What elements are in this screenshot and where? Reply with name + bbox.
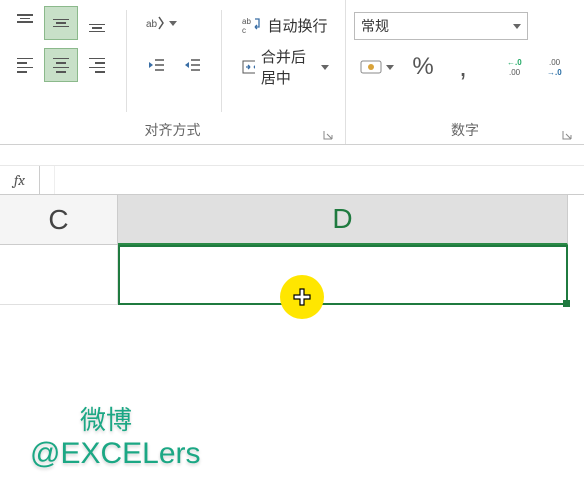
wrap-text-label: 自动换行 xyxy=(268,15,328,36)
align-right-icon xyxy=(89,58,105,73)
decrease-indent-icon xyxy=(147,57,165,73)
column-headers: C D xyxy=(0,195,584,245)
merge-center-icon xyxy=(242,57,255,77)
watermark-line2: @EXCELers xyxy=(30,437,201,471)
currency-icon xyxy=(360,58,382,76)
decrease-decimal-icon: .00 →.0 xyxy=(547,57,571,77)
align-middle-button[interactable] xyxy=(44,6,78,40)
svg-text:ab: ab xyxy=(146,19,158,30)
separator xyxy=(221,10,222,112)
fx-label[interactable]: fx xyxy=(0,166,40,194)
orientation-button[interactable]: ab xyxy=(139,6,183,40)
wrap-merge-block: ab c 自动换行 合并后居中 xyxy=(234,6,337,86)
dialog-launcher-icon xyxy=(322,129,334,141)
cell-c[interactable] xyxy=(0,245,118,305)
cursor-highlight xyxy=(280,275,324,319)
chevron-down-icon xyxy=(513,24,521,29)
align-right-button[interactable] xyxy=(80,48,114,82)
align-center-icon xyxy=(53,58,69,73)
percent-icon: % xyxy=(412,53,433,81)
column-header-d[interactable]: D xyxy=(118,195,568,245)
formula-bar: fx xyxy=(0,165,584,195)
orient-indent-block: ab xyxy=(139,6,209,82)
watermark: 微博 @EXCELers xyxy=(30,400,201,471)
increase-indent-button[interactable] xyxy=(175,48,209,82)
accounting-format-button[interactable] xyxy=(354,50,400,84)
merge-center-label: 合并后居中 xyxy=(261,46,311,88)
align-button-block xyxy=(8,6,114,82)
align-top-icon xyxy=(17,14,33,32)
percent-style-button[interactable]: % xyxy=(406,50,440,84)
comma-style-button[interactable]: , xyxy=(446,50,480,84)
decrease-decimal-button[interactable]: .00 →.0 xyxy=(542,50,576,84)
group-label-alignment: 对齐方式 xyxy=(8,116,337,142)
wrap-text-button[interactable]: ab c 自动换行 xyxy=(234,6,337,44)
wrap-text-icon: ab c xyxy=(242,15,262,35)
alignment-group: ab xyxy=(0,0,346,144)
dialog-launcher-icon xyxy=(561,129,573,141)
align-middle-icon xyxy=(53,14,69,32)
merge-center-button[interactable]: 合并后居中 xyxy=(234,48,337,86)
formula-input[interactable] xyxy=(54,166,584,194)
number-format-value: 常规 xyxy=(361,16,389,36)
increase-decimal-icon: ←.0 .00 xyxy=(507,57,531,77)
column-header-c[interactable]: C xyxy=(0,195,118,245)
dialog-launcher-alignment[interactable] xyxy=(321,128,335,142)
svg-text:←.0: ←.0 xyxy=(507,58,522,67)
align-top-button[interactable] xyxy=(8,6,42,40)
align-bottom-button[interactable] xyxy=(80,6,114,40)
comma-icon: , xyxy=(459,63,467,71)
svg-text:ab: ab xyxy=(242,17,251,26)
increase-decimal-button[interactable]: ←.0 .00 xyxy=(502,50,536,84)
cell-d[interactable] xyxy=(118,245,568,305)
group-label-number: 数字 xyxy=(354,116,576,142)
align-bottom-icon xyxy=(89,14,105,32)
group-label-text: 对齐方式 xyxy=(145,122,201,138)
svg-text:.00: .00 xyxy=(509,68,521,77)
group-label-text: 数字 xyxy=(451,122,479,138)
watermark-line1: 微博 xyxy=(80,400,201,437)
number-group: 常规 % , xyxy=(346,0,584,144)
separator xyxy=(126,10,127,112)
chevron-down-icon xyxy=(169,21,177,26)
svg-text:c: c xyxy=(242,26,246,35)
increase-indent-icon xyxy=(183,57,201,73)
orientation-icon: ab xyxy=(145,13,165,33)
svg-text:→.0: →.0 xyxy=(547,68,562,77)
svg-text:.00: .00 xyxy=(549,58,561,67)
align-left-button[interactable] xyxy=(8,48,42,82)
select-cursor-icon xyxy=(293,288,311,306)
align-left-icon xyxy=(17,58,33,73)
dialog-launcher-number[interactable] xyxy=(560,128,574,142)
number-format-select[interactable]: 常规 xyxy=(354,12,528,40)
chevron-down-icon xyxy=(321,65,329,70)
chevron-down-icon xyxy=(386,65,394,70)
align-center-button[interactable] xyxy=(44,48,78,82)
decrease-indent-button[interactable] xyxy=(139,48,173,82)
ribbon: ab xyxy=(0,0,584,145)
